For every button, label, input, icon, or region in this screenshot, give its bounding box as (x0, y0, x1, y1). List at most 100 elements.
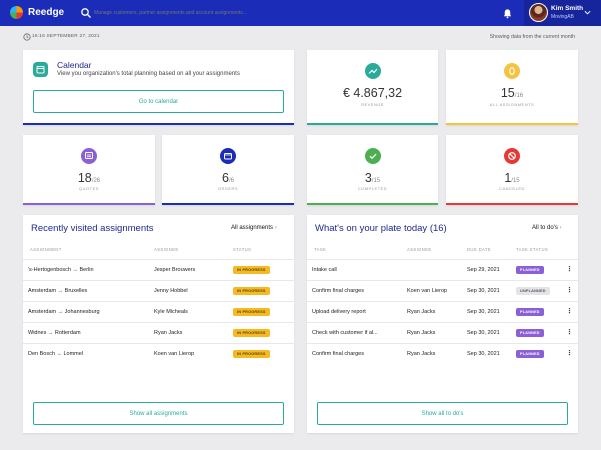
todo-title: What's on your plate today (16) (315, 223, 447, 234)
table-row[interactable]: Confirm final charges Koen van Lierop Se… (307, 280, 578, 301)
search-icon[interactable] (80, 7, 92, 19)
card-accent-bar (446, 203, 578, 205)
more-options-icon[interactable]: ⋮ (566, 328, 573, 336)
column-header: DUE DATE (467, 247, 492, 252)
kpi-total: 16 (516, 93, 524, 99)
column-header: ASSIGNMENT (30, 247, 62, 252)
show-all-assignments-button[interactable]: Show all assignments (33, 402, 284, 425)
status-badge: IN PROGRESS (233, 350, 270, 358)
status-badge: IN PROGRESS (233, 308, 270, 316)
table-row[interactable]: Amsterdam → Bruxelles Jenny Hobbel IN PR… (23, 280, 294, 301)
quote-icon (81, 148, 97, 164)
recent-assignments-title: Recently visited assignments (31, 223, 154, 234)
kpi-value: 3 (364, 171, 372, 185)
reedge-logo-icon[interactable] (10, 6, 23, 19)
calendar-description: View you organization's total planning b… (57, 71, 240, 77)
task-name[interactable]: Check with customer if al... (312, 330, 378, 336)
assignment-route[interactable]: Den Bosch → Lommel (28, 351, 83, 357)
kpi-all-assignments[interactable]: 15/16 ALL ASSIGNMENTS (446, 50, 578, 125)
kpi-total: 26 (93, 178, 101, 184)
due-date: Sep 30, 2021 (467, 309, 500, 315)
column-header: TASK STATUS (516, 247, 549, 252)
more-options-icon[interactable]: ⋮ (566, 349, 573, 357)
kpi-canceled[interactable]: 1/15 CANCELED (446, 135, 578, 205)
calendar-card: Calendar View you organization's total p… (23, 50, 294, 125)
status-badge: PLANNED (516, 329, 544, 337)
more-options-icon[interactable]: ⋮ (566, 307, 573, 315)
column-header: ASSIGNEE (154, 247, 179, 252)
status-badge: PLANNED (516, 266, 544, 274)
kpi-label: COMPLETED (357, 186, 388, 191)
kpi-quotes[interactable]: 18/26 QUOTES (23, 135, 155, 205)
more-options-icon[interactable]: ⋮ (566, 286, 573, 294)
table-row[interactable]: Den Bosch → Lommel Koen van Lierop IN PR… (23, 343, 294, 364)
go-to-calendar-button[interactable]: Go to calendar (33, 90, 284, 113)
table-row[interactable]: Confirm final charges Ryan Jacks Sep 30,… (307, 343, 578, 364)
all-assignments-link[interactable]: All assignments › (231, 225, 277, 231)
account-menu[interactable]: Kim Smith MovingAB (524, 0, 601, 26)
card-accent-bar (307, 123, 438, 125)
calendar-icon (33, 62, 48, 77)
task-name[interactable]: Upload delivery report (312, 309, 366, 315)
status-badge: IN PROGRESS (233, 287, 270, 295)
bell-icon[interactable] (502, 8, 513, 19)
status-badge: UNPLANNED (516, 287, 550, 295)
cancel-icon (504, 148, 520, 164)
table-row[interactable]: Intake call Sep 29, 2021 PLANNED ⋮ (307, 259, 578, 280)
kpi-revenue[interactable]: € 4.867,32 REVENUE (307, 50, 438, 125)
coin-icon (504, 63, 520, 79)
assignment-route[interactable]: Widnes → Rotterdam (28, 330, 81, 336)
table-row[interactable]: 's-Hertogenbosch → Berlin Jesper Brouwer… (23, 259, 294, 280)
kpi-value: € 4.867,32 (342, 86, 403, 100)
task-name[interactable]: Confirm final charges (312, 351, 364, 357)
search-input[interactable] (94, 6, 274, 20)
assignment-route[interactable]: Amsterdam → Johannesburg (28, 309, 100, 315)
kpi-label: ALL ASSIGNMENTS (489, 102, 535, 107)
calendar-title: Calendar (57, 60, 92, 70)
recent-assignments-panel: Recently visited assignments All assignm… (23, 215, 294, 433)
status-badge: PLANNED (516, 308, 544, 316)
kpi-orders[interactable]: 6/6 ORDERS (162, 135, 294, 205)
assignee: Koen van Lierop (154, 351, 195, 357)
card-accent-bar (307, 203, 438, 205)
column-header: ASSIGNEE (407, 247, 432, 252)
kpi-completed[interactable]: 3/15 COMPLETED (307, 135, 438, 205)
table-row[interactable]: Widnes → Rotterdam Ryan Jacks IN PROGRES… (23, 322, 294, 343)
table-row[interactable]: Upload delivery report Ryan Jacks Sep 30… (307, 301, 578, 322)
chevron-right-icon: › (274, 225, 277, 231)
assignment-route[interactable]: Amsterdam → Bruxelles (28, 288, 87, 294)
avatar[interactable] (529, 3, 548, 22)
chevron-right-icon: › (559, 225, 562, 231)
task-name[interactable]: Confirm final charges (312, 288, 364, 294)
orders-icon (220, 148, 236, 164)
card-accent-bar (23, 123, 294, 125)
card-accent-bar (23, 203, 155, 205)
show-all-todos-button[interactable]: Show all to do's (317, 402, 568, 425)
card-accent-bar (446, 123, 578, 125)
chevron-down-icon[interactable] (584, 9, 591, 16)
assignee: Jenny Hobbel (154, 288, 188, 294)
assignment-route[interactable]: 's-Hertogenbosch → Berlin (28, 267, 94, 273)
todo-panel: What's on your plate today (16) All to d… (307, 215, 578, 433)
kpi-label: ORDERS (217, 186, 239, 191)
brand-name[interactable]: Reedge (28, 7, 64, 18)
due-date: Sep 29, 2021 (467, 267, 500, 273)
kpi-total: 15 (373, 178, 381, 184)
kpi-total: 6 (230, 178, 234, 184)
table-row[interactable]: Amsterdam → Johannesburg Kyle Micheals I… (23, 301, 294, 322)
status-badge: IN PROGRESS (233, 329, 270, 337)
all-todos-link[interactable]: All to do's › (532, 225, 562, 231)
card-accent-bar (162, 203, 294, 205)
task-name[interactable]: Intake call (312, 267, 337, 273)
kpi-label: REVENUE (361, 102, 384, 107)
trend-icon (364, 63, 381, 79)
kpi-label: QUOTES (79, 186, 99, 191)
due-date: Sep 30, 2021 (467, 330, 500, 336)
due-date: Sep 30, 2021 (467, 288, 500, 294)
more-options-icon[interactable]: ⋮ (566, 265, 573, 273)
assignee: Jesper Brouwers (154, 267, 196, 273)
kpi-value: 15 (500, 86, 515, 100)
kpi-label: CANCELED (499, 186, 525, 191)
table-row[interactable]: Check with customer if al... Ryan Jacks … (307, 322, 578, 343)
user-name: Kim Smith (551, 5, 584, 12)
